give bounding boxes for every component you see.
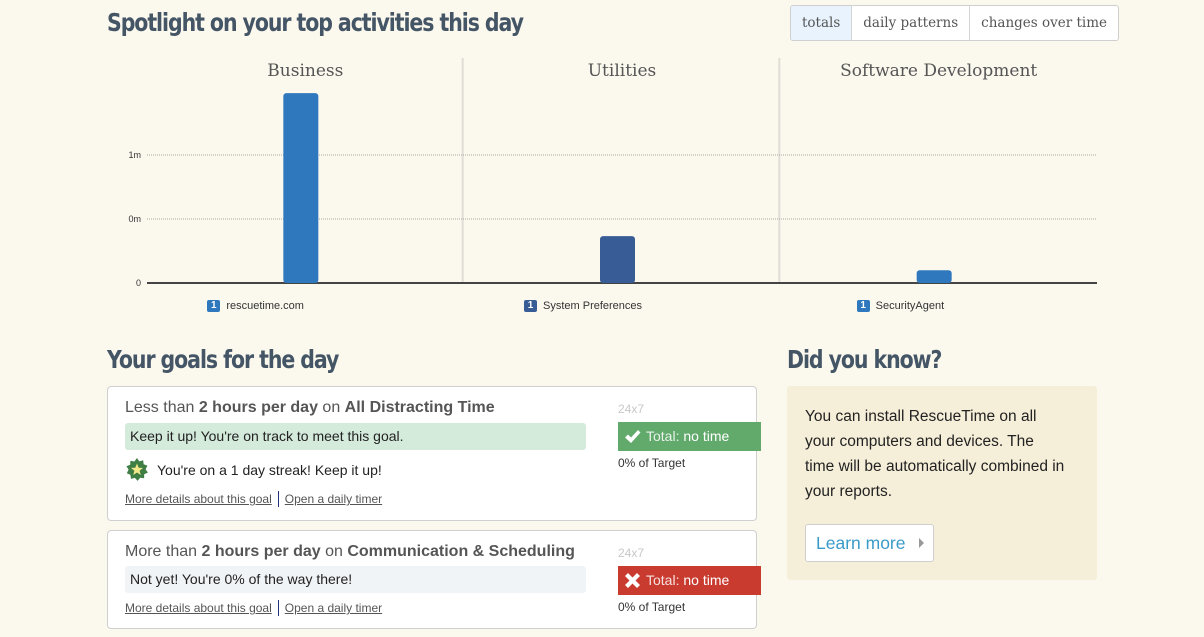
goal-category: Communication & Scheduling xyxy=(347,543,575,560)
y-tick-label: 1m xyxy=(128,150,141,160)
tab-changes-over-time[interactable]: changes over time xyxy=(969,6,1118,40)
goal-streak: You're on a 1 day streak! Keep it up! xyxy=(125,458,382,482)
goal-schedule: 24x7 xyxy=(618,546,645,560)
legend-item[interactable]: 1 rescuetime.com xyxy=(207,300,304,312)
learn-more-label: Learn more xyxy=(816,533,906,553)
x-cross-icon xyxy=(625,573,640,588)
goal-heading: Less than 2 hours per day on All Distrac… xyxy=(125,399,495,417)
did-you-know-title: Did you know? xyxy=(787,345,942,374)
goal-prefix: More than xyxy=(125,543,202,560)
goal-amount: 2 hours per day xyxy=(201,543,321,560)
goal-percent-target: 0% of Target xyxy=(618,456,686,470)
total-value: no time xyxy=(683,572,730,588)
link-divider xyxy=(277,491,279,507)
view-mode-tabs: totals daily patterns changes over time xyxy=(790,5,1120,41)
total-value: no time xyxy=(683,428,730,444)
goal-details-link[interactable]: More details about this goal xyxy=(125,492,272,506)
goal-category: All Distracting Time xyxy=(344,399,495,416)
rank-badge: 1 xyxy=(856,300,870,312)
goal-total-flag: Total: no time xyxy=(618,422,761,451)
did-you-know-panel: You can install RescueTime on all your c… xyxy=(787,386,1097,580)
goal-heading: More than 2 hours per day on Communicati… xyxy=(125,543,575,561)
legend-item[interactable]: 1 System Preferences xyxy=(524,300,642,312)
y-tick-label: 0m xyxy=(128,214,141,224)
category-title: Utilities xyxy=(588,61,657,81)
goals-title: Your goals for the day xyxy=(107,345,339,374)
goal-card: More than 2 hours per day on Communicati… xyxy=(107,530,761,629)
goal-prefix: Less than xyxy=(125,399,199,416)
total-label: Total: xyxy=(646,428,680,444)
learn-more-button[interactable]: Learn more xyxy=(805,524,934,562)
did-you-know-text: You can install RescueTime on all your c… xyxy=(805,408,1065,500)
y-tick-label: 0 xyxy=(136,278,141,288)
legend-label: rescuetime.com xyxy=(226,300,304,312)
spotlight-chart-svg: 0 0m 1m Business Utilities Software Developme… xyxy=(128,58,1097,288)
activity-bar xyxy=(600,236,635,283)
activity-bar xyxy=(283,93,319,283)
goal-details-link[interactable]: More details about this goal xyxy=(125,601,272,615)
spotlight-title: Spotlight on your top activities this da… xyxy=(107,8,524,37)
goal-percent-target: 0% of Target xyxy=(618,600,686,614)
goal-schedule: 24x7 xyxy=(618,402,645,416)
goal-total-flag: Total: no time xyxy=(618,566,761,595)
streak-star-badge-icon xyxy=(126,458,148,481)
spotlight-chart: 0 0m 1m Business Utilities Software Developme… xyxy=(0,50,1204,330)
daily-timer-link[interactable]: Open a daily timer xyxy=(285,601,382,615)
tab-daily-patterns[interactable]: daily patterns xyxy=(851,6,969,40)
goal-connector: on xyxy=(317,399,345,416)
legend-item[interactable]: 1 SecurityAgent xyxy=(856,300,945,312)
legend-label: SecurityAgent xyxy=(875,300,945,312)
goal-status-message: Keep it up! You're on track to meet this… xyxy=(125,423,586,450)
goal-amount: 2 hours per day xyxy=(198,399,318,416)
chevron-right-icon xyxy=(919,538,924,548)
rank-badge: 1 xyxy=(524,300,537,312)
goal-links: More details about this goal Open a dail… xyxy=(125,600,382,616)
total-label: Total: xyxy=(646,572,680,588)
category-title: Business xyxy=(267,61,343,81)
streak-text: You're on a 1 day streak! Keep it up! xyxy=(157,462,382,478)
activity-bar xyxy=(916,270,952,283)
category-title: Software Development xyxy=(840,61,1037,81)
goal-connector: on xyxy=(320,543,348,560)
goal-card: Less than 2 hours per day on All Distrac… xyxy=(107,386,761,521)
link-divider xyxy=(277,600,279,616)
legend-label: System Preferences xyxy=(543,300,643,312)
goal-status-message: Not yet! You're 0% of the way there! xyxy=(125,566,586,593)
checkmark-icon xyxy=(625,430,641,443)
daily-timer-link[interactable]: Open a daily timer xyxy=(285,492,382,506)
tab-totals[interactable]: totals xyxy=(791,6,852,40)
rank-badge: 1 xyxy=(207,300,221,312)
goal-links: More details about this goal Open a dail… xyxy=(125,491,382,507)
